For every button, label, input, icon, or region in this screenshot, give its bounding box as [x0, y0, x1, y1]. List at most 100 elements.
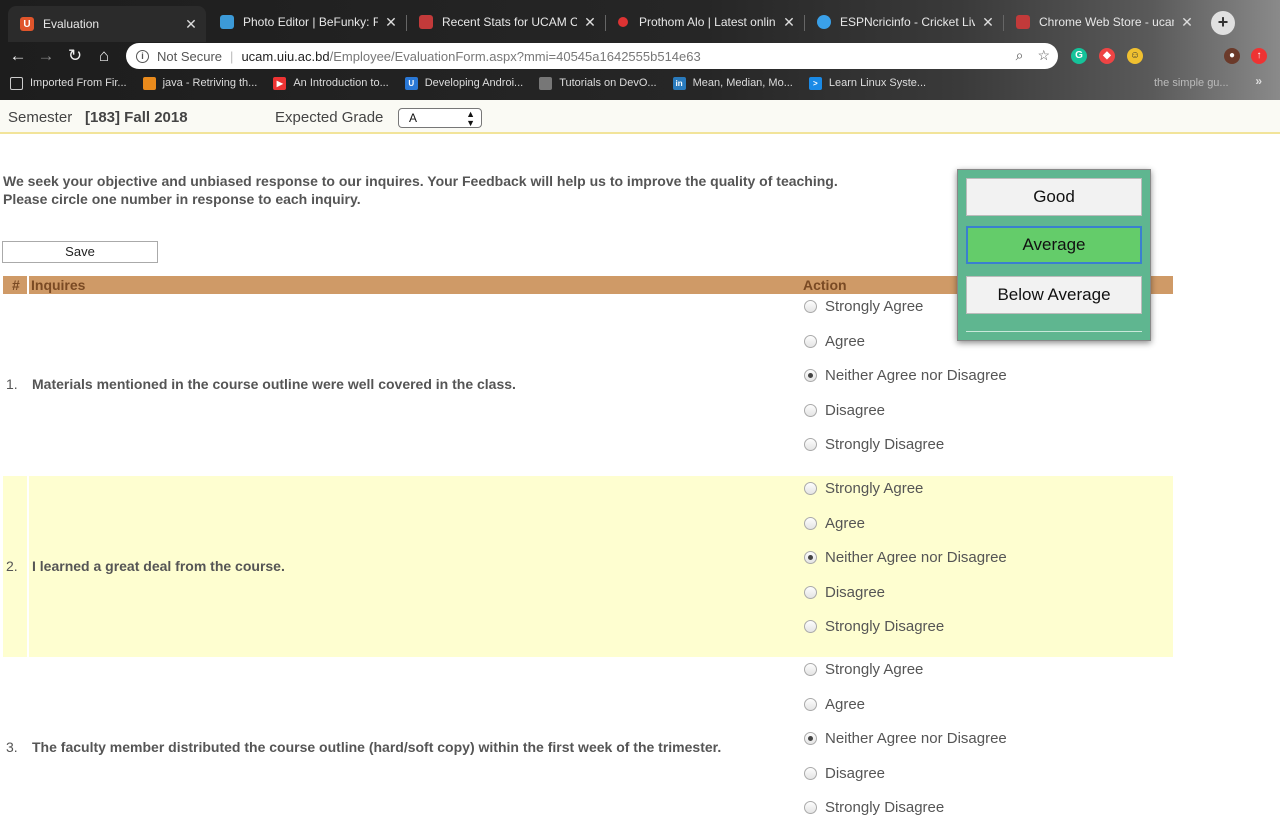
radio-option-label: Neither Agree nor Disagree	[825, 367, 1007, 385]
question-text: The faculty member distributed the cours…	[32, 739, 722, 755]
close-tab-icon[interactable]: ✕	[782, 14, 796, 31]
radio-icon[interactable]	[804, 663, 817, 676]
question-text: Materials mentioned in the course outlin…	[32, 376, 516, 392]
radio-option[interactable]: Strongly Disagree	[804, 618, 944, 635]
question-text: I learned a great deal from the course.	[32, 558, 285, 574]
close-tab-icon[interactable]: ✕	[1180, 14, 1194, 31]
bookmark-item[interactable]: java - Retriving th...	[142, 76, 257, 90]
tab-espncricinfo[interactable]: ESPNcricinfo - Cricket Live ✕	[805, 7, 1003, 37]
radio-icon[interactable]	[804, 697, 817, 711]
radio-icon[interactable]	[804, 766, 817, 780]
bookmark-item[interactable]: ▶ An Introduction to...	[273, 76, 389, 90]
radio-icon[interactable]	[804, 516, 817, 530]
table-row: 2. I learned a great deal from the course…	[3, 476, 1173, 657]
close-tab-icon[interactable]: ✕	[384, 14, 398, 31]
radio-selected-icon[interactable]	[804, 369, 817, 383]
address-bar[interactable]: i Not Secure | ucam.uiu.ac.bd /Employee/…	[126, 43, 1058, 69]
radio-icon[interactable]	[804, 438, 817, 452]
radio-option[interactable]: Strongly Agree	[804, 480, 923, 497]
update-extension-icon[interactable]: ↑	[1251, 48, 1267, 64]
header-action: Action	[803, 277, 847, 293]
question-number: 2.	[6, 558, 18, 574]
tab-title: Recent Stats for UCAM Cour	[442, 15, 577, 29]
emoji-extension-icon[interactable]: ☺	[1127, 48, 1143, 64]
bookmark-item[interactable]: Imported From Fir...	[10, 76, 127, 90]
bookmark-item[interactable]: U Developing Androi...	[404, 76, 523, 90]
radio-option[interactable]: Strongly Disagree	[804, 799, 944, 816]
radio-option[interactable]: Strongly Disagree	[804, 436, 944, 453]
radio-option-label: Agree	[825, 695, 866, 713]
reload-icon[interactable]: ↻	[63, 44, 87, 68]
bookmarks-overflow-icon[interactable]: »	[1255, 74, 1262, 88]
info-icon[interactable]: i	[136, 49, 149, 63]
zoom-icon[interactable]: ⌕	[1016, 47, 1024, 64]
new-tab-button[interactable]: +	[1211, 11, 1235, 35]
radio-option[interactable]: Disagree	[804, 402, 885, 419]
tab-title: Chrome Web Store - ucam	[1039, 15, 1174, 29]
folder-icon	[10, 76, 23, 90]
espn-favicon-icon	[817, 15, 831, 29]
chrome-store-favicon-icon	[1016, 15, 1030, 29]
back-arrow-icon[interactable]: ←	[6, 44, 30, 68]
semester-label: Semester	[8, 109, 73, 126]
radio-option-label: Neither Agree nor Disagree	[825, 730, 1007, 748]
expected-grade-label: Expected Grade	[275, 109, 384, 126]
bookmark-item[interactable]: Tutorials on DevO...	[539, 76, 657, 90]
browser-chrome: U Evaluation ✕ Photo Editor | BeFunky: F…	[0, 0, 1280, 100]
expected-grade-select[interactable]: A ▲ ▼	[398, 108, 482, 128]
radio-option-label: Strongly Disagree	[825, 799, 945, 817]
radio-option[interactable]: Agree	[804, 333, 865, 350]
avatar-icon[interactable]: ●	[1224, 48, 1240, 64]
instructions-line: Please circle one number in response to …	[3, 191, 361, 207]
radio-option[interactable]: Strongly Agree	[804, 661, 923, 678]
radio-option[interactable]: Neither Agree nor Disagree	[804, 549, 1007, 566]
tab-recent-stats[interactable]: Recent Stats for UCAM Cour ✕	[407, 7, 605, 37]
bookmarks-bar: Imported From Fir... java - Retriving th…	[0, 72, 1280, 94]
radio-option[interactable]: Disagree	[804, 765, 885, 782]
radio-icon[interactable]	[804, 482, 817, 495]
tab-prothom-alo[interactable]: Prothom Alo | Latest online ✕	[606, 7, 804, 37]
radio-selected-icon[interactable]	[804, 732, 817, 746]
instructions-line: We seek your objective and unbiased resp…	[3, 173, 838, 189]
tab-title: Evaluation	[43, 17, 100, 31]
semester-value: [183] Fall 2018	[85, 109, 188, 126]
radio-option[interactable]: Strongly Agree	[804, 298, 923, 315]
radio-option[interactable]: Agree	[804, 696, 865, 713]
radio-selected-icon[interactable]	[804, 551, 817, 565]
close-tab-icon[interactable]: ✕	[981, 14, 995, 31]
radio-option[interactable]: Agree	[804, 515, 865, 532]
forward-arrow-icon[interactable]: →	[34, 44, 58, 68]
tab-befunky[interactable]: Photo Editor | BeFunky: Free ✕	[208, 7, 406, 37]
radio-icon[interactable]	[804, 585, 817, 599]
radio-icon[interactable]	[804, 801, 817, 815]
radio-icon[interactable]	[804, 403, 817, 417]
tab-evaluation[interactable]: U Evaluation ✕	[8, 6, 206, 42]
radio-option[interactable]: Neither Agree nor Disagree	[804, 367, 1007, 384]
bookmark-item[interactable]: the simple gu...	[1154, 77, 1229, 89]
tab-title: Photo Editor | BeFunky: Free	[243, 15, 378, 29]
rating-option-below-average[interactable]: Below Average	[966, 276, 1142, 314]
radio-option[interactable]: Disagree	[804, 584, 885, 601]
rating-option-good[interactable]: Good	[966, 178, 1142, 216]
grammarly-extension-icon[interactable]: G	[1071, 48, 1087, 64]
radio-option[interactable]: Neither Agree nor Disagree	[804, 730, 1007, 747]
linkedin-icon: in	[672, 76, 686, 90]
radio-icon[interactable]	[804, 620, 817, 634]
prothom-alo-favicon-icon	[618, 17, 628, 27]
bookmark-star-icon[interactable]: ☆	[1037, 47, 1050, 64]
radio-option-label: Neither Agree nor Disagree	[825, 549, 1007, 567]
shield-extension-icon[interactable]: ◆	[1099, 48, 1115, 64]
bookmark-item[interactable]: > Learn Linux Syste...	[808, 76, 926, 90]
radio-icon[interactable]	[804, 334, 817, 348]
home-icon[interactable]: ⌂	[92, 44, 116, 68]
befunky-favicon-icon	[220, 15, 234, 29]
bookmark-item[interactable]: in Mean, Median, Mo...	[672, 76, 793, 90]
tab-chrome-web-store[interactable]: Chrome Web Store - ucam ✕	[1004, 7, 1202, 37]
close-tab-icon[interactable]: ✕	[583, 14, 597, 31]
rating-option-average[interactable]: Average	[966, 226, 1142, 264]
radio-icon[interactable]	[804, 300, 817, 313]
tab-title: ESPNcricinfo - Cricket Live	[840, 15, 975, 29]
save-button[interactable]: Save	[2, 241, 158, 263]
udacity-icon: U	[404, 76, 418, 90]
close-tab-icon[interactable]: ✕	[184, 16, 198, 33]
